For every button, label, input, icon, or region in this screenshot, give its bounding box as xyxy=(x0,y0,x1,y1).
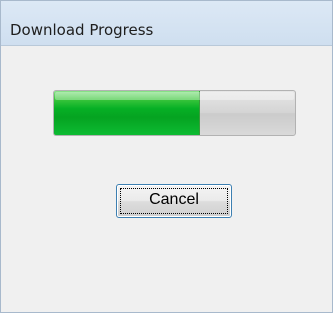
cancel-button-label: Cancel xyxy=(149,191,199,208)
window-title: Download Progress xyxy=(10,21,154,39)
dialog-body: Cancel xyxy=(1,46,332,312)
title-bar[interactable]: Download Progress xyxy=(1,1,332,46)
progress-bar-highlight xyxy=(55,92,294,100)
cancel-button[interactable]: Cancel xyxy=(116,184,232,218)
download-progress-window: Download Progress Cancel xyxy=(0,0,333,313)
progress-bar xyxy=(53,90,296,136)
